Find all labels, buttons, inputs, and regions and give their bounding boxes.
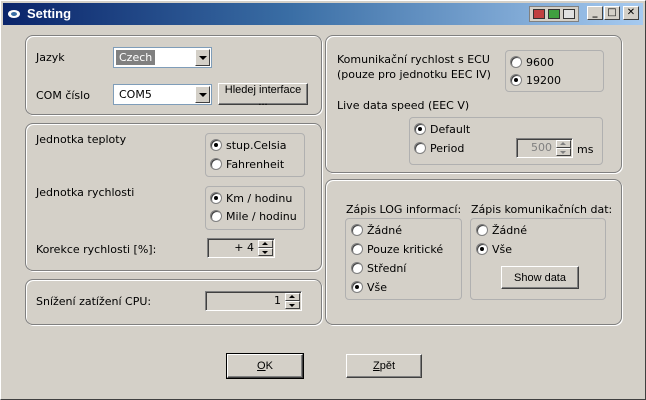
period-spinner[interactable]: 500	[516, 138, 573, 158]
radio-empty-icon	[476, 224, 488, 236]
decrement-icon[interactable]	[285, 301, 300, 309]
show-data-button[interactable]: Show data	[501, 266, 579, 289]
title-bar[interactable]: Setting _ □ ✕	[3, 3, 643, 25]
ecu-speed-label-line2: (pouze pro jednotku EEC IV)	[337, 68, 491, 81]
speed-unit-label: Jednotka rychlosti	[36, 186, 135, 199]
ecu-19200-radio[interactable]: 19200	[510, 74, 561, 90]
log-medium-radio[interactable]: Střední	[351, 262, 406, 278]
export-icon[interactable]	[563, 9, 575, 19]
ok-button[interactable]: OK	[226, 353, 304, 379]
decrement-icon[interactable]	[556, 148, 571, 156]
chevron-down-icon[interactable]	[195, 49, 210, 66]
cpu-value: 1	[274, 294, 281, 307]
radio-empty-icon	[351, 262, 363, 274]
log-all-radio[interactable]: Vše	[351, 281, 387, 297]
setting-window: Setting _ □ ✕ Jazyk Czech COM číslo COM5…	[0, 0, 646, 400]
minimize-button[interactable]: _	[587, 6, 603, 20]
increment-icon[interactable]	[258, 240, 273, 248]
radio-selected-icon	[351, 281, 363, 293]
decrement-icon[interactable]	[258, 248, 273, 256]
radio-selected-icon	[210, 192, 222, 204]
window-title: Setting	[27, 6, 72, 21]
live-period-radio[interactable]: Period	[414, 142, 464, 158]
radio-empty-icon	[414, 142, 426, 154]
ecu-9600-radio[interactable]: 9600	[510, 56, 554, 72]
speed-mph-radio[interactable]: Mile / hodinu	[210, 210, 297, 226]
cpu-spinner[interactable]: 1	[205, 291, 302, 311]
back-button[interactable]: Zpět	[346, 354, 422, 378]
language-value: Czech	[116, 50, 156, 65]
cpu-label: Snížení zatížení CPU:	[36, 295, 152, 308]
com-label: COM číslo	[36, 89, 90, 102]
help-icon[interactable]	[533, 9, 545, 19]
log-none-radio[interactable]: Žádné	[351, 224, 402, 240]
increment-icon[interactable]	[285, 293, 300, 301]
comm-log-label: Zápis komunikačních dat:	[471, 203, 613, 216]
ecu-speed-label-line1: Komunikační rychlost s ECU	[337, 53, 490, 66]
radio-empty-icon	[210, 210, 222, 222]
com-select[interactable]: COM5	[113, 84, 212, 105]
live-default-radio[interactable]: Default	[414, 123, 470, 139]
comm-all-radio[interactable]: Vše	[476, 243, 512, 259]
log-critical-radio[interactable]: Pouze kritické	[351, 243, 443, 259]
language-label: Jazyk	[36, 51, 65, 64]
radio-empty-icon	[351, 243, 363, 255]
period-value: 500	[531, 141, 552, 154]
radio-selected-icon	[210, 139, 222, 151]
speed-kmh-radio[interactable]: Km / hodinu	[210, 192, 292, 208]
temperature-celsius-radio[interactable]: stup.Celsia	[210, 139, 287, 155]
radio-empty-icon	[510, 56, 522, 68]
comm-none-radio[interactable]: Žádné	[476, 224, 527, 240]
live-speed-label: Live data speed (EEC V)	[337, 99, 470, 112]
increment-icon[interactable]	[556, 140, 571, 148]
tray-icons	[529, 6, 579, 22]
eye-icon[interactable]	[548, 9, 560, 19]
period-unit: ms	[577, 143, 594, 156]
radio-selected-icon	[476, 243, 488, 255]
radio-selected-icon	[414, 123, 426, 135]
temperature-label: Jednotka teploty	[36, 133, 127, 146]
com-value: COM5	[119, 88, 152, 101]
radio-empty-icon	[351, 224, 363, 236]
radio-selected-icon	[510, 74, 522, 86]
radio-empty-icon	[210, 158, 222, 170]
temperature-fahrenheit-radio[interactable]: Fahrenheit	[210, 158, 284, 174]
log-info-label: Zápis LOG informací:	[346, 203, 462, 216]
app-icon	[8, 10, 20, 18]
search-interface-button[interactable]: Hledej interface ...	[218, 83, 308, 108]
speed-correction-value: + 4	[234, 241, 254, 254]
speed-correction-label: Korekce rychlosti [%]:	[36, 243, 157, 256]
maximize-button[interactable]: □	[604, 6, 620, 20]
speed-correction-spinner[interactable]: + 4	[207, 238, 275, 258]
close-button[interactable]: ✕	[623, 6, 639, 20]
language-select[interactable]: Czech	[113, 47, 212, 68]
chevron-down-icon[interactable]	[195, 86, 210, 103]
